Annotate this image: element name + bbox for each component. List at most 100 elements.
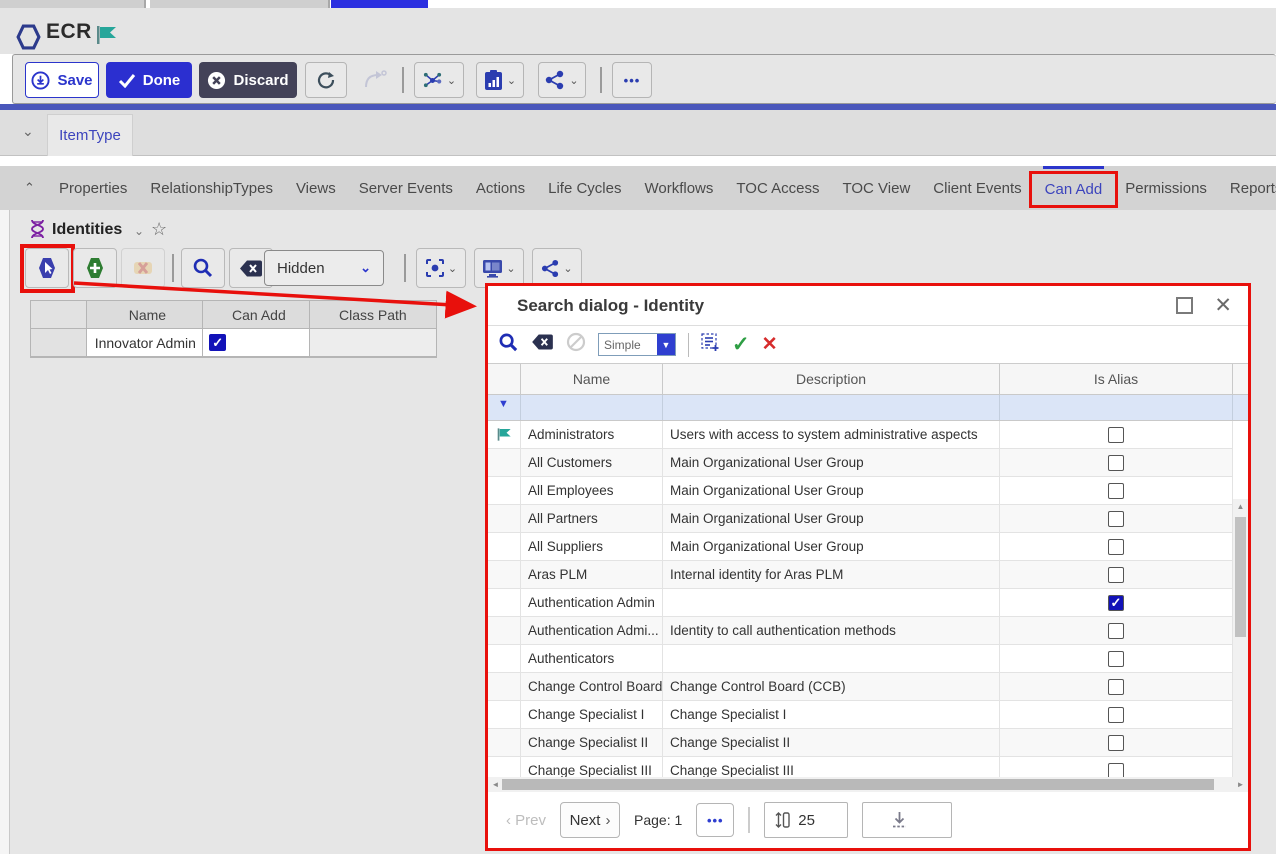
description-cell[interactable]: Main Organizational User Group [663, 449, 1000, 476]
row-handle-cell[interactable] [31, 329, 87, 357]
column-header-handle[interactable] [31, 301, 87, 329]
column-header-name[interactable]: Name [521, 364, 663, 394]
description-cell[interactable]: Main Organizational User Group [663, 533, 1000, 560]
is-alias-checkbox[interactable] [1108, 679, 1124, 695]
description-cell[interactable]: Change Specialist I [663, 701, 1000, 728]
column-header-can-add[interactable]: Can Add [203, 301, 309, 329]
is-alias-cell[interactable] [1000, 533, 1233, 560]
table-row[interactable]: Change Control Board Change Control Boar… [488, 673, 1233, 701]
column-header-select[interactable] [488, 364, 521, 394]
table-row[interactable]: Authentication Admi... Identity to call … [488, 617, 1233, 645]
name-cell[interactable]: Change Control Board [521, 673, 663, 700]
grid-filter-row[interactable]: ▼ [488, 395, 1248, 421]
is-alias-checkbox[interactable] [1108, 735, 1124, 751]
grid-row-innovator-admin[interactable]: Innovator Admin [31, 329, 436, 357]
tab-workflows[interactable]: Workflows [642, 166, 715, 210]
save-button[interactable]: Save [25, 62, 99, 98]
row-select-cell[interactable] [488, 533, 521, 560]
tab-properties[interactable]: Properties [57, 166, 129, 210]
tab-can-add[interactable]: Can Add [1043, 166, 1105, 210]
class-path-cell[interactable] [310, 329, 436, 357]
name-cell[interactable]: All Customers [521, 449, 663, 476]
filter-cell-is-alias[interactable] [1000, 395, 1233, 420]
description-cell[interactable]: Users with access to system administrati… [663, 421, 1000, 448]
page-size-control[interactable]: 25 [764, 802, 848, 838]
column-header-name[interactable]: Name [87, 301, 203, 329]
collapse-up-chevron-icon[interactable]: ⌃ [24, 180, 35, 196]
table-row[interactable]: Authentication Admin [488, 589, 1233, 617]
row-select-cell[interactable] [488, 729, 521, 756]
filter-cell-description[interactable] [663, 395, 1000, 420]
itemtype-tab[interactable]: ItemType [47, 114, 133, 156]
focus-mode-button[interactable]: ⌄ [416, 248, 466, 288]
is-alias-cell[interactable] [1000, 589, 1233, 616]
is-alias-checkbox[interactable] [1108, 511, 1124, 527]
table-row[interactable]: All Suppliers Main Organizational User G… [488, 533, 1233, 561]
can-add-checkbox[interactable] [209, 334, 226, 351]
table-row[interactable]: Change Specialist II Change Specialist I… [488, 729, 1233, 757]
row-select-cell[interactable] [488, 477, 521, 504]
browser-tab-strip-segment[interactable] [0, 0, 146, 8]
table-row[interactable]: All Partners Main Organizational User Gr… [488, 505, 1233, 533]
description-cell[interactable] [663, 645, 1000, 672]
more-pages-button[interactable]: ••• [696, 803, 734, 837]
is-alias-cell[interactable] [1000, 645, 1233, 672]
tab-actions[interactable]: Actions [474, 166, 527, 210]
clear-search-icon[interactable] [531, 334, 554, 355]
is-alias-checkbox[interactable] [1108, 483, 1124, 499]
name-cell[interactable]: Change Specialist II [521, 729, 663, 756]
is-alias-cell[interactable] [1000, 449, 1233, 476]
tab-permissions[interactable]: Permissions [1123, 166, 1209, 210]
description-cell[interactable]: Main Organizational User Group [663, 477, 1000, 504]
name-cell[interactable]: Aras PLM [521, 561, 663, 588]
search-mode-select[interactable]: Simple ▼ [598, 333, 676, 356]
name-cell[interactable]: Change Specialist I [521, 701, 663, 728]
is-alias-checkbox[interactable] [1108, 539, 1124, 555]
chevron-down-icon[interactable]: ⌄ [134, 224, 144, 238]
tab-life-cycles[interactable]: Life Cycles [546, 166, 623, 210]
table-row[interactable]: Change Specialist I Change Specialist I [488, 701, 1233, 729]
description-cell[interactable]: Change Specialist II [663, 729, 1000, 756]
filter-cell-name[interactable] [521, 395, 663, 420]
description-cell[interactable] [663, 589, 1000, 616]
maximize-icon[interactable] [1176, 297, 1193, 314]
add-to-selection-icon[interactable] [701, 333, 720, 357]
row-select-cell[interactable] [488, 561, 521, 588]
is-alias-checkbox[interactable] [1108, 623, 1124, 639]
share-button[interactable]: ⌄ [538, 62, 586, 98]
more-actions-button[interactable]: ••• [612, 62, 652, 98]
row-select-cell[interactable] [488, 673, 521, 700]
select-identity-button[interactable] [25, 248, 69, 288]
name-cell[interactable]: Authenticators [521, 645, 663, 672]
is-alias-checkbox[interactable] [1108, 427, 1124, 443]
next-page-button[interactable]: Next › [560, 802, 620, 838]
reports-button[interactable]: ⌄ [476, 62, 524, 98]
name-cell[interactable]: Innovator Admin [87, 329, 203, 357]
description-cell[interactable]: Internal identity for Aras PLM [663, 561, 1000, 588]
table-row[interactable]: Aras PLM Internal identity for Aras PLM [488, 561, 1233, 589]
is-alias-checkbox[interactable] [1108, 651, 1124, 667]
row-select-cell[interactable] [488, 421, 521, 448]
description-cell[interactable]: Main Organizational User Group [663, 505, 1000, 532]
row-select-cell[interactable] [488, 449, 521, 476]
can-add-cell[interactable] [203, 329, 309, 357]
refresh-button[interactable] [305, 62, 347, 98]
name-cell[interactable]: All Employees [521, 477, 663, 504]
table-row[interactable]: All Employees Main Organizational User G… [488, 477, 1233, 505]
name-cell[interactable]: Administrators [521, 421, 663, 448]
row-select-cell[interactable] [488, 701, 521, 728]
row-select-cell[interactable] [488, 617, 521, 644]
tab-relationshiptypes[interactable]: RelationshipTypes [148, 166, 275, 210]
tab-server-events[interactable]: Server Events [357, 166, 455, 210]
is-alias-cell[interactable] [1000, 673, 1233, 700]
is-alias-cell[interactable] [1000, 729, 1233, 756]
row-select-cell[interactable] [488, 589, 521, 616]
flag-icon[interactable] [96, 26, 118, 49]
description-cell[interactable]: Change Control Board (CCB) [663, 673, 1000, 700]
tab-views[interactable]: Views [294, 166, 338, 210]
is-alias-cell[interactable] [1000, 617, 1233, 644]
row-select-cell[interactable] [488, 645, 521, 672]
layout-view-button[interactable]: ⌄ [474, 248, 524, 288]
done-button[interactable]: Done [106, 62, 192, 98]
name-cell[interactable]: Authentication Admi... [521, 617, 663, 644]
